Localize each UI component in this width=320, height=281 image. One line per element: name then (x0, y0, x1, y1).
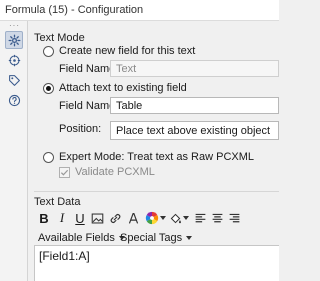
text-mode-heading: Text Mode (34, 32, 85, 44)
special-tags-dropdown[interactable]: Special Tags (120, 232, 193, 244)
drag-grip-icon[interactable]: ··· (9, 22, 20, 30)
expert-mode-label[interactable]: Expert Mode: Treat text as Raw PCXML (59, 151, 254, 163)
sidebar-item-annotation[interactable] (5, 51, 23, 69)
paint-bucket-icon (170, 213, 181, 223)
text-data-editor[interactable]: [Field1:A] (34, 245, 279, 281)
bold-button[interactable]: B (37, 210, 51, 226)
window-title: Formula (15) - Configuration (5, 4, 144, 16)
align-center-icon (212, 213, 223, 222)
color-wheel-icon (145, 211, 158, 225)
chevron-down-icon (186, 236, 193, 241)
sidebar-item-tags[interactable] (5, 71, 23, 89)
validate-pcxml-checkbox[interactable] (59, 167, 70, 178)
chevron-down-icon (159, 216, 166, 220)
special-tags-label: Special Tags (120, 232, 183, 244)
italic-icon: I (59, 210, 65, 225)
align-right-button[interactable] (228, 210, 241, 226)
link-icon (110, 213, 121, 223)
configuration-panel: Text Mode Create new field for this text… (28, 21, 279, 281)
align-right-icon (229, 213, 240, 222)
editor-content: [Field1:A] (39, 249, 90, 263)
align-center-button[interactable] (211, 210, 224, 226)
image-icon (91, 213, 104, 223)
formatting-toolbar: B I U (28, 210, 279, 228)
new-field-name-input[interactable] (110, 60, 279, 77)
text-data-heading: Text Data (34, 196, 81, 208)
insert-link-button[interactable] (108, 210, 123, 226)
available-fields-label: Available Fields (38, 232, 115, 244)
create-new-field-radio[interactable] (43, 46, 54, 57)
italic-button[interactable]: I (55, 210, 69, 226)
sidebar-item-help[interactable] (5, 91, 23, 109)
bold-icon: B (39, 210, 49, 226)
underline-icon: U (75, 210, 85, 226)
tag-icon (8, 74, 20, 86)
existing-field-name-select[interactable] (110, 97, 279, 114)
fill-color-button[interactable] (168, 210, 190, 226)
attach-existing-field-radio[interactable] (43, 83, 54, 94)
position-label: Position: (59, 123, 102, 135)
available-fields-dropdown[interactable]: Available Fields (38, 232, 125, 244)
title-bar: Formula (15) - Configuration (0, 0, 279, 21)
font-icon (128, 212, 139, 224)
create-new-field-label[interactable]: Create new field for this text (59, 45, 195, 57)
attach-existing-field-label[interactable]: Attach text to existing field (59, 82, 187, 94)
align-left-button[interactable] (194, 210, 207, 226)
validate-pcxml-label[interactable]: Validate PCXML (75, 166, 155, 178)
checkmark-icon (60, 169, 69, 176)
chevron-down-icon (183, 216, 189, 220)
target-icon (8, 54, 20, 66)
expert-mode-radio[interactable] (43, 152, 54, 163)
sidebar-item-configuration[interactable] (5, 31, 23, 49)
text-color-button[interactable] (144, 210, 166, 226)
font-button[interactable] (126, 210, 141, 226)
gear-icon (8, 34, 20, 46)
section-divider (34, 191, 279, 192)
position-select[interactable] (110, 121, 279, 140)
sidebar: ··· (0, 21, 28, 281)
align-left-icon (195, 213, 206, 222)
underline-button[interactable]: U (73, 210, 87, 226)
help-icon (8, 94, 20, 106)
insert-image-button[interactable] (90, 210, 105, 226)
